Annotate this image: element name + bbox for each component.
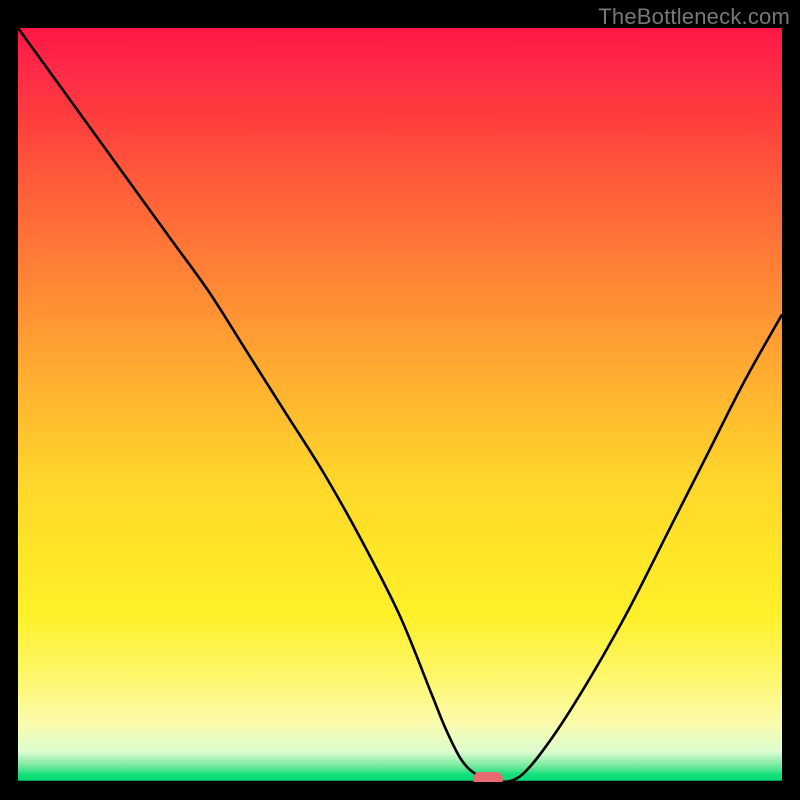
- curve-path: [18, 28, 782, 782]
- plot-area: [18, 28, 782, 782]
- optimum-marker: [473, 772, 503, 782]
- chart-frame: TheBottleneck.com: [0, 0, 800, 800]
- bottleneck-curve: [18, 28, 782, 782]
- watermark-text: TheBottleneck.com: [598, 4, 790, 30]
